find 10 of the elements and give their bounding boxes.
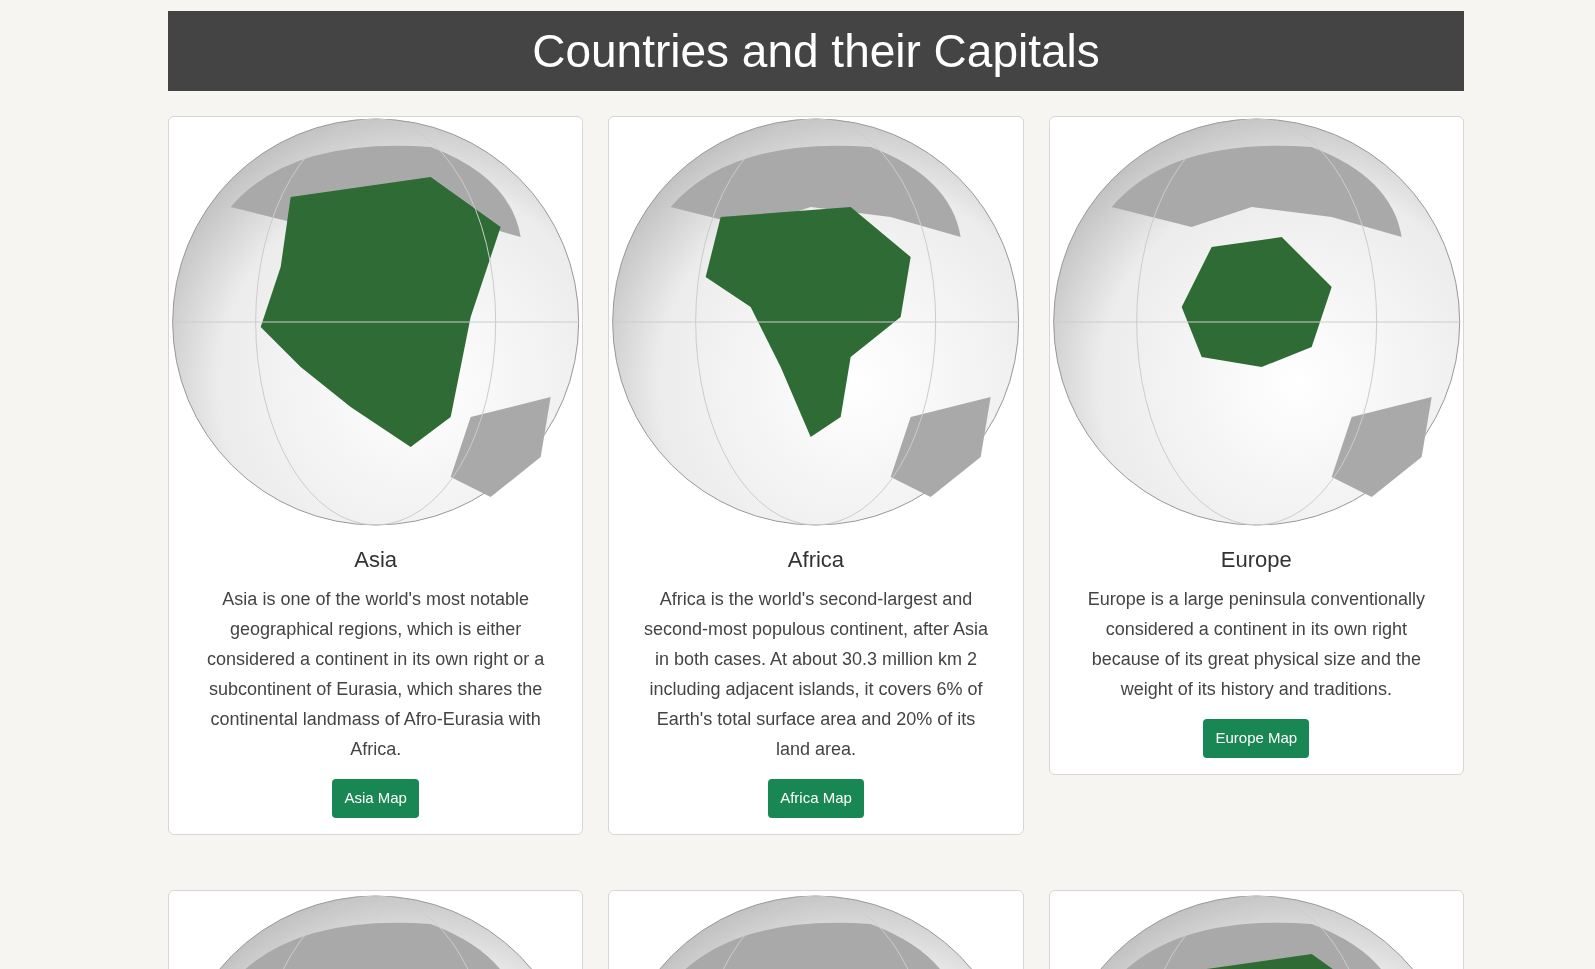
card-title: Africa (787, 546, 845, 574)
map-button[interactable]: Europe Map (1203, 719, 1310, 758)
map-button[interactable]: Africa Map (768, 779, 864, 818)
page-title: Countries and their Capitals (532, 23, 1100, 79)
card-description: Europe is a large peninsula conventionally considered a continent in its own right because of its great physical size and the weight of its history and traditions. (1086, 588, 1426, 701)
card-title: Europe (1220, 546, 1292, 574)
card-description: Asia is one of the world's most notable geographical regions, which is either considered a continent in its own right or a subcontinent of Eurasia, which shares the continental landmass of Afro-Eurasia with Africa. (206, 588, 546, 761)
card-title: Asia (354, 546, 398, 574)
card-description: Africa is the world's second-largest and second-most populous continent, after Asia in both cases. At about 30.3 million km 2 including adjacent islands, it covers 6% of Earth's total surface area and 20% of its land area. (642, 588, 990, 761)
map-button[interactable]: Asia Map (332, 779, 419, 818)
